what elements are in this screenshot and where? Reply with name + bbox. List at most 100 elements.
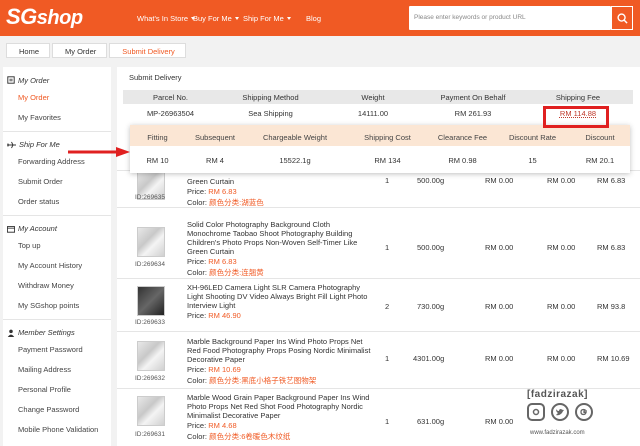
col-payment-on-behalf: Payment On Behalf (440, 93, 506, 102)
list-item: ID:269634 Solid Color Photography Backgr… (117, 207, 640, 277)
col-discount-rate: Discount Rate (508, 133, 557, 142)
google-plus-icon (575, 403, 593, 421)
product-price: Price: RM 4.68 (187, 421, 237, 430)
product-qty: 1 (385, 417, 390, 426)
product-name[interactable]: Green Curtain (187, 177, 377, 186)
col-weight: Weight (361, 93, 385, 102)
product-total: RM 10.69 (597, 354, 630, 363)
shipment-table-header: Parcel No. Shipping Method Weight Paymen… (123, 90, 633, 104)
search-icon (616, 12, 628, 24)
sidebar-item-personal-profile[interactable]: Personal Profile (3, 379, 111, 399)
product-color: Color: 颜色分类:6卷暖色木纹纸 (187, 432, 291, 441)
product-id: ID:269635 (135, 194, 165, 201)
plane-icon (7, 141, 16, 148)
col-fitting: Fitting (147, 133, 168, 142)
shipping-cost-value: RM 134 (374, 156, 401, 165)
sidebar-item-mailing-address[interactable]: Mailing Address (3, 359, 111, 379)
sidebar: My Order My Order My Favorites Ship For … (3, 67, 111, 446)
subsequent-value: RM 4 (206, 156, 224, 165)
product-name[interactable]: Marble Wood Grain Paper Background Paper… (187, 393, 377, 420)
red-arrow-icon (68, 147, 130, 157)
product-id: ID:269633 (135, 319, 165, 326)
product-name[interactable]: Marble Background Paper Ins Wind Photo P… (187, 337, 377, 364)
product-color: Color: 颜色分类:连翘黄 (187, 268, 264, 277)
search-button[interactable] (611, 6, 633, 30)
sidebar-item-account-history[interactable]: My Account History (3, 255, 111, 275)
product-id: ID:269631 (135, 431, 165, 438)
product-cost-1: RM 0.00 (485, 417, 514, 426)
breadcrumb-my-order[interactable]: My Order (52, 43, 108, 58)
product-thumbnail[interactable] (137, 396, 165, 426)
product-price: Price: RM 6.83 (187, 187, 237, 196)
list-item: ID:269633 XH-96LED Camera Light SLR Came… (117, 278, 640, 330)
sidebar-section-member-settings: Member Settings (3, 319, 111, 339)
product-weight: 631.00g (417, 417, 445, 426)
col-parcel-no: Parcel No. (152, 93, 188, 102)
product-qty: 1 (385, 354, 390, 363)
nav-ship-for-me[interactable]: Ship For Me (243, 14, 291, 23)
shipping-fee-popup: Fitting Subsequent Chargeable Weight Shi… (130, 125, 630, 173)
sidebar-item-change-password[interactable]: Change Password (3, 399, 111, 419)
sidebar-item-top-up[interactable]: Top up (3, 235, 111, 255)
product-weight: 4301.00g (413, 354, 445, 363)
list-item: ID:269635 Green Curtain Price: RM 6.83 C… (117, 170, 640, 207)
user-icon (7, 329, 15, 337)
product-cost-2: RM 0.00 (547, 243, 576, 252)
product-thumbnail[interactable] (137, 286, 165, 316)
product-cost-2: RM 0.00 (547, 176, 576, 185)
product-cost-1: RM 0.00 (485, 354, 514, 363)
breadcrumb: Home My Order Submit Delivery (6, 43, 188, 58)
product-qty: 2 (385, 302, 390, 311)
list-item: ID:269632 Marble Background Paper Ins Wi… (117, 331, 640, 387)
product-name[interactable]: XH-96LED Camera Light SLR Camera Photogr… (187, 283, 377, 310)
sidebar-section-my-account: My Account (3, 215, 111, 235)
product-qty: 1 (385, 176, 390, 185)
watermark-url: www.fadzirazak.com (530, 430, 585, 436)
chevron-down-icon (286, 17, 291, 20)
col-clearance-fee: Clearance Fee (437, 133, 488, 142)
product-cost-1: RM 0.00 (485, 176, 514, 185)
breadcrumb-home[interactable]: Home (6, 43, 51, 58)
product-price: Price: RM 10.69 (187, 365, 241, 374)
sidebar-item-mobile-validation[interactable]: Mobile Phone Validation (3, 419, 111, 439)
product-color: Color: 颜色分类:黑底小格子铁艺图物架 (187, 376, 317, 385)
sidebar-section-my-order: My Order (3, 67, 111, 87)
product-price: Price: RM 6.83 (187, 257, 237, 266)
sidebar-item-order-status[interactable]: Order status (3, 191, 111, 211)
sidebar-item-sgshop-points[interactable]: My SGshop points (3, 295, 111, 315)
top-header: SGshop What's In Store Buy For Me Ship F… (0, 0, 640, 36)
discount-rate-value: 15 (528, 156, 537, 165)
search-input[interactable]: Please enter keywords or product URL (409, 6, 611, 30)
sidebar-item-payment-password[interactable]: Payment Password (3, 339, 111, 359)
shipping-method: Sea Shipping (248, 109, 293, 118)
fitting-value: RM 10 (146, 156, 169, 165)
account-icon (7, 225, 15, 233)
nav-blog[interactable]: Blog (306, 14, 321, 23)
product-total: RM 93.8 (597, 302, 626, 311)
instagram-icon (527, 403, 545, 421)
product-id: ID:269634 (135, 261, 165, 268)
sgshop-logo[interactable]: SGshop (6, 4, 83, 30)
product-thumbnail[interactable] (137, 341, 165, 371)
col-subsequent: Subsequent (194, 133, 236, 142)
highlight-box (543, 106, 609, 128)
page-title: Submit Delivery (129, 73, 182, 82)
clearance-fee-value: RM 0.98 (448, 156, 477, 165)
nav-whats-in-store[interactable]: What's In Store (137, 14, 196, 23)
product-price: Price: RM 46.90 (187, 311, 241, 320)
sidebar-item-submit-order[interactable]: Submit Order (3, 171, 111, 191)
product-cost-1: RM 0.00 (485, 302, 514, 311)
nav-buy-for-me[interactable]: Buy For Me (193, 14, 239, 23)
sidebar-item-withdraw-money[interactable]: Withdraw Money (3, 275, 111, 295)
watermark-icons (527, 403, 593, 421)
product-weight: 500.00g (417, 243, 445, 252)
chevron-down-icon (234, 17, 239, 20)
fee-table-row: RM 10 RM 4 15522.1g RM 134 RM 0.98 15 RM… (130, 146, 630, 173)
product-cost-2: RM 0.00 (547, 354, 576, 363)
sidebar-item-my-order[interactable]: My Order (3, 87, 111, 107)
sidebar-item-my-favorites[interactable]: My Favorites (3, 107, 111, 127)
weight: 14111.00 (357, 109, 389, 118)
product-thumbnail[interactable] (137, 227, 165, 257)
product-name[interactable]: Solid Color Photography Background Cloth… (187, 220, 377, 256)
product-qty: 1 (385, 243, 390, 252)
